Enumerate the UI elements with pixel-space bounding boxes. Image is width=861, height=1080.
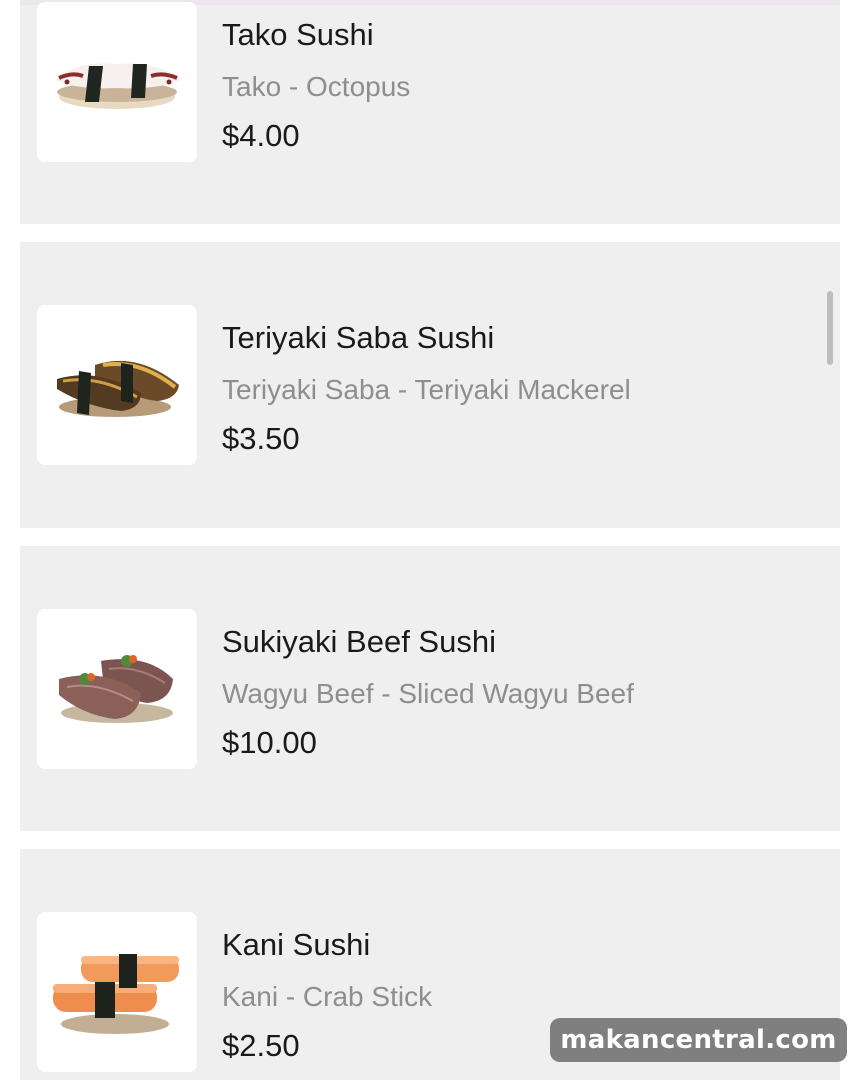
menu-item-price: $3.50 (222, 421, 300, 456)
kani-sushi-image (37, 912, 197, 1072)
watermark-logo: makancentral.com (550, 1018, 847, 1062)
menu-item-price: $4.00 (222, 118, 300, 153)
menu-item-description: Teriyaki Saba - Teriyaki Mackerel (222, 374, 631, 405)
scrollbar-thumb[interactable] (827, 291, 833, 365)
menu-item-name: Tako Sushi (222, 17, 374, 52)
menu-item-name: Teriyaki Saba Sushi (222, 320, 495, 355)
sukiyaki-beef-sushi-image (37, 609, 197, 769)
teriyaki-saba-sushi-image (37, 305, 197, 465)
menu-page: Tako Sushi Tako - Octopus $4.00 Teriyaki… (0, 0, 861, 1080)
menu-item-card[interactable]: Tako Sushi Tako - Octopus $4.00 (20, 2, 840, 224)
menu-item-name: Kani Sushi (222, 927, 371, 962)
tako-sushi-image (37, 2, 197, 162)
menu-item-description: Kani - Crab Stick (222, 981, 433, 1012)
menu-item-price: $2.50 (222, 1028, 300, 1063)
menu-item-card[interactable]: Teriyaki Saba Sushi Teriyaki Saba - Teri… (20, 242, 840, 528)
menu-item-name: Sukiyaki Beef Sushi (222, 624, 496, 659)
menu-item-price: $10.00 (222, 725, 317, 760)
menu-item-info: Kani Sushi Kani - Crab Stick $2.50 (222, 927, 432, 1064)
menu-item-info: Sukiyaki Beef Sushi Wagyu Beef - Sliced … (222, 624, 634, 761)
menu-item-info: Tako Sushi Tako - Octopus $4.00 (222, 17, 410, 154)
menu-item-card[interactable]: Sukiyaki Beef Sushi Wagyu Beef - Sliced … (20, 546, 840, 831)
menu-item-description: Wagyu Beef - Sliced Wagyu Beef (222, 678, 634, 709)
menu-item-info: Teriyaki Saba Sushi Teriyaki Saba - Teri… (222, 320, 631, 457)
menu-item-description: Tako - Octopus (222, 71, 411, 102)
